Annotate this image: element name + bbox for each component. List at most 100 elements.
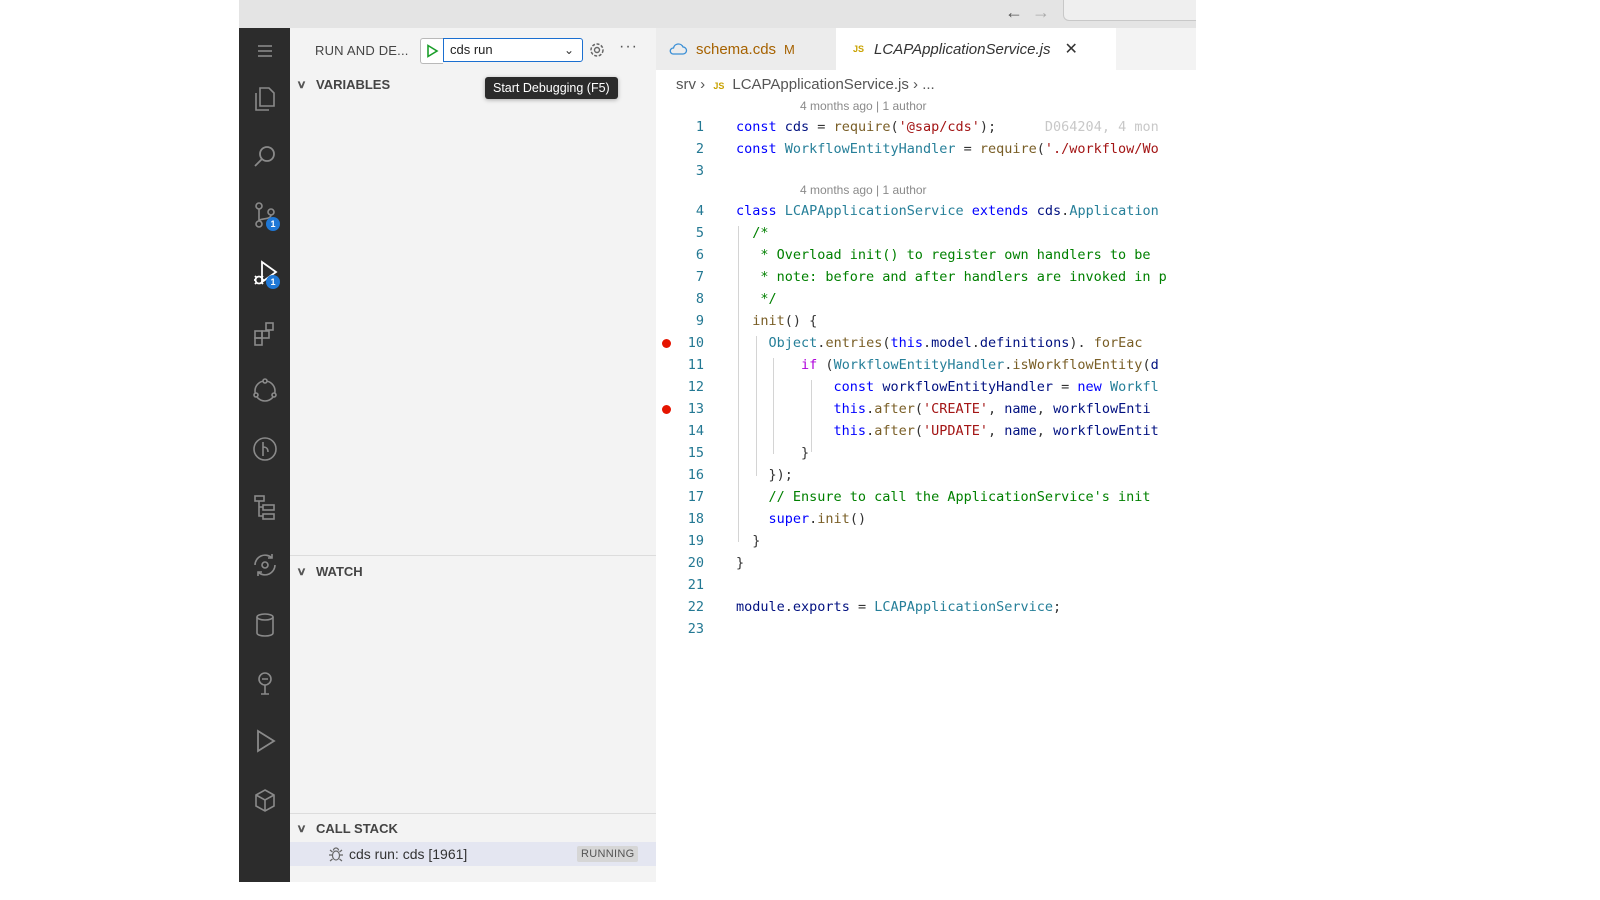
- git-codelens[interactable]: 4 months ago | 1 author: [800, 99, 927, 113]
- forward-arrow-icon[interactable]: →: [1032, 2, 1050, 22]
- run-debug-panel: RUN AND DE... cds run ⌄ ··· Start Debugg…: [290, 28, 656, 882]
- code-text: }: [736, 555, 745, 571]
- code-text: init() {: [752, 313, 818, 329]
- call-stack-session[interactable]: cds run: cds [1961] RUNNING: [290, 842, 656, 866]
- code-text: /*: [736, 225, 769, 241]
- gear-icon[interactable]: [587, 40, 607, 60]
- tree-view-icon[interactable]: [239, 484, 290, 530]
- explorer-icon[interactable]: [239, 76, 290, 122]
- javascript-file-icon: JS: [853, 44, 865, 54]
- tab-schema-cds[interactable]: schema.cds M: [656, 28, 836, 70]
- code-line: 22 module.exports = LCAPApplicationServic…: [656, 596, 1196, 618]
- vscode-window: ← → 1 1 RUN AND DE... cds run ⌄ ··· Star…: [239, 0, 1196, 882]
- call-stack-section-header[interactable]: ∨ CALL STACK: [296, 821, 398, 836]
- breadcrumb-separator: ›: [913, 76, 919, 93]
- chevron-down-icon: ⌄: [563, 43, 574, 57]
- javascript-file-icon: JS: [713, 81, 725, 91]
- chevron-down-icon: ∨: [296, 79, 307, 91]
- code-text: this.after('UPDATE', name, workflowEntit: [833, 423, 1159, 439]
- variables-section-header[interactable]: ∨ VARIABLES: [296, 77, 391, 92]
- section-divider: [290, 555, 656, 556]
- code-text: */: [736, 291, 777, 307]
- code-line: 11 if (WorkflowEntityHandler.isWorkflowE…: [656, 354, 1196, 376]
- source-control-badge: 1: [266, 217, 280, 231]
- menu-icon[interactable]: [239, 28, 290, 74]
- launch-config-value: cds run: [450, 42, 493, 57]
- editor-area: schema.cds M JS LCAPApplicationService.j…: [656, 28, 1196, 882]
- panel-title: RUN AND DE...: [315, 43, 409, 58]
- tab-lcap-application-service[interactable]: JS LCAPApplicationService.js ✕: [836, 28, 1116, 70]
- code-line: 14 this.after('UPDATE', name, workflowEn…: [656, 420, 1196, 442]
- database-icon[interactable]: [239, 602, 290, 648]
- back-arrow-icon[interactable]: ←: [1005, 2, 1023, 22]
- tab-label: LCAPApplicationService.js: [874, 40, 1051, 58]
- run-icon[interactable]: [239, 718, 290, 764]
- tab-label: schema.cds: [696, 40, 777, 58]
- chevron-down-icon: ∨: [296, 823, 307, 835]
- call-stack-session-label: cds run: cds [1961]: [349, 846, 468, 862]
- cube-icon[interactable]: [239, 778, 290, 824]
- code-text: this.after('CREATE', name, workflowEnti: [833, 401, 1151, 417]
- code-line: 13 this.after('CREATE', name, workflowEn…: [656, 398, 1196, 420]
- run-debug-badge: 1: [266, 275, 280, 289]
- modified-indicator: M: [784, 41, 795, 57]
- start-debugging-tooltip: Start Debugging (F5): [485, 77, 618, 99]
- git-codelens[interactable]: 4 months ago | 1 author: [800, 183, 927, 197]
- plug-icon[interactable]: [239, 660, 290, 706]
- close-icon[interactable]: ✕: [1065, 39, 1078, 59]
- code-line: 1 const cds = require('@sap/cds'); D06420…: [656, 116, 1196, 138]
- launch-config-select[interactable]: cds run ⌄: [443, 38, 583, 62]
- code-line: 4 class LCAPApplicationService extends cd…: [656, 200, 1196, 222]
- code-text: const cds = require('@sap/cds'); D064204…: [736, 119, 1159, 135]
- code-text: }: [736, 445, 810, 461]
- breadcrumb-folder[interactable]: srv: [676, 76, 696, 93]
- code-line: 6 * Overload init() to register own hand…: [656, 244, 1196, 266]
- extensions-icon[interactable]: [239, 310, 290, 356]
- call-stack-label: CALL STACK: [316, 821, 398, 836]
- code-text: * Overload init() to register own handle…: [736, 247, 1151, 263]
- code-text: const WorkflowEntityHandler = require('.…: [736, 141, 1159, 157]
- breadcrumb-file[interactable]: LCAPApplicationService.js: [732, 76, 908, 93]
- cloud-icon: [669, 43, 688, 55]
- code-text: class LCAPApplicationService extends cds…: [736, 203, 1159, 219]
- watch-section-header[interactable]: ∨ WATCH: [296, 564, 363, 579]
- code-text: }: [736, 533, 761, 549]
- code-line: 3: [695, 163, 704, 179]
- code-line: 8 */: [656, 288, 1196, 310]
- address-bar[interactable]: [1063, 0, 1196, 21]
- sync-icon[interactable]: [239, 542, 290, 588]
- chevron-down-icon: ∨: [296, 566, 307, 578]
- bug-icon: [329, 847, 343, 862]
- more-actions-icon[interactable]: ···: [619, 38, 638, 56]
- watch-label: WATCH: [316, 564, 363, 579]
- code-line: 2 const WorkflowEntityHandler = require('…: [656, 138, 1196, 160]
- code-text: module.exports = LCAPApplicationService;: [736, 599, 1062, 615]
- search-icon[interactable]: [239, 134, 290, 180]
- session-status-badge: RUNNING: [577, 846, 639, 862]
- remote-explorer-icon[interactable]: [239, 368, 290, 414]
- git-graph-icon[interactable]: [239, 426, 290, 472]
- code-line: 7 * note: before and after handlers are …: [656, 266, 1196, 288]
- run-debug-icon[interactable]: 1: [239, 250, 290, 296]
- code-text: * note: before and after handlers are in…: [736, 269, 1167, 285]
- code-line: 10 Object.entries(this.model.definitions…: [656, 332, 1196, 354]
- code-line: 17 // Ensure to call the ApplicationServ…: [656, 486, 1196, 508]
- code-line: 21: [687, 577, 704, 593]
- code-line: 19 }: [656, 530, 1196, 552]
- code-text: super.init(): [768, 511, 867, 527]
- browser-toolbar: ← →: [239, 0, 1196, 28]
- variables-label: VARIABLES: [316, 77, 391, 92]
- code-text: // Ensure to call the ApplicationService…: [736, 489, 1159, 505]
- breadcrumb-symbol[interactable]: ...: [922, 76, 935, 93]
- code-line: 20}: [656, 552, 1196, 574]
- start-debugging-button[interactable]: [420, 38, 443, 64]
- source-control-icon[interactable]: 1: [239, 192, 290, 238]
- code-text: const workflowEntityHandler = new Workfl: [833, 379, 1159, 395]
- breadcrumb-separator: ›: [700, 76, 706, 93]
- code-text: if (WorkflowEntityHandler.isWorkflowEnti…: [801, 357, 1159, 373]
- code-line: 12 const workflowEntityHandler = new Wor…: [656, 376, 1196, 398]
- activity-bar: 1 1: [239, 28, 290, 882]
- code-line: 23: [687, 621, 704, 637]
- breadcrumb: srv › JS LCAPApplicationService.js › ...: [676, 76, 935, 93]
- code-line: 18 super.init(): [656, 508, 1196, 530]
